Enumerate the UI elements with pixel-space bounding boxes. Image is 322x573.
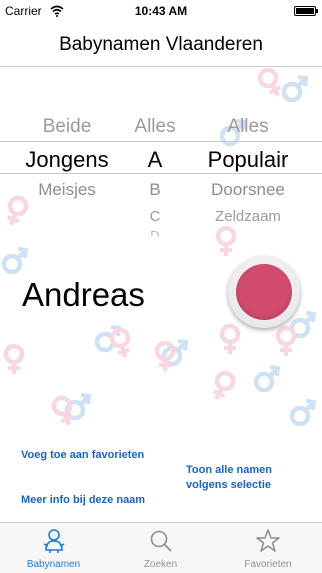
popularity-option-below-1[interactable]: Doorsnee — [190, 180, 306, 200]
letter-option-below-1[interactable]: B — [120, 180, 190, 200]
gender-option-selected[interactable]: Jongens — [8, 147, 126, 173]
generate-name-button[interactable] — [228, 256, 300, 328]
letter-option-above[interactable]: Alles — [120, 116, 190, 138]
generated-name: Andreas — [22, 276, 145, 313]
more-info-link[interactable]: Meer info bij deze naam — [21, 493, 145, 508]
gender-option-above[interactable]: Beide — [8, 116, 126, 138]
tab-favorieten[interactable]: Favorieten — [214, 523, 322, 573]
status-bar: Carrier 10:43 AM — [0, 0, 322, 22]
letter-picker-column[interactable]: Alles A B C D — [120, 112, 190, 252]
popularity-option-above[interactable]: Alles — [190, 116, 306, 138]
show-all-names-link[interactable]: Toon alle namen volgens selectie — [186, 463, 272, 493]
popularity-option-below-2[interactable]: Zeldzaam — [190, 208, 306, 225]
search-icon — [150, 530, 172, 552]
battery-icon — [294, 6, 318, 16]
baby-icon — [43, 529, 64, 553]
tab-babynamen[interactable]: Babynamen — [0, 523, 107, 573]
name-filter-picker[interactable]: Beide Jongens Meisjes Alles A B C D Alle… — [0, 112, 322, 252]
gender-option-below[interactable]: Meisjes — [8, 180, 126, 200]
page-title: Babynamen Vlaanderen — [59, 34, 263, 55]
tab-babynamen-label: Babynamen — [26, 559, 81, 570]
tab-bar: Babynamen Zoeken Favorieten — [0, 522, 322, 573]
gender-picker-column[interactable]: Beide Jongens Meisjes — [8, 112, 126, 252]
status-time: 10:43 AM — [134, 4, 188, 18]
popularity-option-selected[interactable]: Populair — [190, 147, 306, 173]
letter-option-below-3[interactable]: D — [120, 228, 190, 236]
tab-favorieten-label: Favorieten — [244, 559, 292, 570]
show-all-names-line-1: Toon alle namen — [186, 464, 272, 476]
tab-zoeken-label: Zoeken — [143, 559, 178, 570]
add-to-favorites-link[interactable]: Voeg toe aan favorieten — [21, 448, 144, 463]
tab-zoeken[interactable]: Zoeken — [107, 523, 214, 573]
show-all-names-line-2: volgens selectie — [186, 479, 271, 491]
popularity-picker-column[interactable]: Alles Populair Doorsnee Zeldzaam — [190, 112, 306, 252]
star-icon — [256, 529, 280, 552]
letter-option-selected[interactable]: A — [120, 147, 190, 173]
navigation-bar: Babynamen Vlaanderen — [0, 22, 322, 67]
generate-button-face — [236, 264, 292, 320]
letter-option-below-2[interactable]: C — [120, 208, 190, 225]
